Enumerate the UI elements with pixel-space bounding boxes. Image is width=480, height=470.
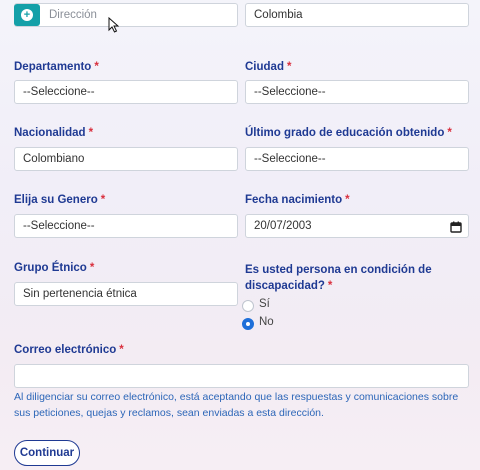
- ciudad-select[interactable]: --Seleccione--: [245, 80, 469, 104]
- required-mark: *: [89, 262, 95, 274]
- calendar-icon[interactable]: [450, 221, 462, 236]
- fecha-nacimiento-value: 20/07/2003: [254, 220, 312, 232]
- continuar-button[interactable]: Continuar: [14, 440, 80, 466]
- fecha-nacimiento-label: Fecha nacimiento *: [245, 194, 350, 206]
- grupo-etnico-label: Grupo Étnico *: [14, 262, 95, 274]
- educacion-select[interactable]: --Seleccione--: [245, 147, 469, 171]
- pais-field[interactable]: Colombia: [245, 3, 469, 27]
- educacion-value: --Seleccione--: [254, 153, 326, 165]
- genero-label: Elija su Genero *: [14, 194, 106, 206]
- required-mark: *: [94, 61, 99, 73]
- discapacidad-label-line2: discapacidad?: [245, 280, 325, 292]
- direccion-placeholder: Dirección: [49, 9, 97, 21]
- discapacidad-label-line1: Es usted persona en condición de: [245, 264, 432, 276]
- required-mark: *: [327, 280, 333, 292]
- discapacidad-si-label: Sí: [259, 298, 270, 310]
- correo-label: Correo electrónico *: [14, 344, 124, 356]
- nacionalidad-select[interactable]: Colombiano: [14, 147, 238, 171]
- departamento-select[interactable]: --Seleccione--: [14, 80, 238, 104]
- discapacidad-si-radio[interactable]: [242, 300, 254, 312]
- discapacidad-no-radio[interactable]: [242, 318, 254, 330]
- ciudad-label: Ciudad *: [245, 61, 292, 73]
- plus-circle-icon: +: [21, 9, 33, 21]
- ciudad-value: --Seleccione--: [254, 86, 326, 98]
- grupo-etnico-select[interactable]: Sin pertenencia étnica: [14, 282, 238, 306]
- departamento-value: --Seleccione--: [23, 86, 95, 98]
- required-mark: *: [88, 127, 94, 139]
- continuar-button-label: Continuar: [19, 447, 75, 459]
- genero-value: --Seleccione--: [23, 220, 95, 232]
- educacion-label: Último grado de educación obtenido *: [245, 127, 452, 139]
- pais-value: Colombia: [254, 9, 303, 21]
- required-mark: *: [345, 194, 350, 206]
- add-address-button[interactable]: +: [14, 4, 40, 26]
- genero-select[interactable]: --Seleccione--: [14, 214, 238, 238]
- required-mark: *: [119, 344, 124, 356]
- correo-input[interactable]: [14, 364, 469, 388]
- nacionalidad-value: Colombiano: [23, 153, 85, 165]
- discapacidad-no-label: No: [259, 316, 274, 328]
- direccion-field[interactable]: Dirección: [14, 3, 238, 27]
- required-mark: *: [447, 127, 452, 139]
- required-mark: *: [100, 194, 106, 206]
- nacionalidad-label: Nacionalidad *: [14, 127, 94, 139]
- fecha-nacimiento-input[interactable]: 20/07/2003: [245, 214, 469, 238]
- departamento-label: Departamento *: [14, 61, 99, 73]
- mouse-cursor-icon: [108, 16, 120, 38]
- grupo-etnico-value: Sin pertenencia étnica: [23, 288, 137, 300]
- correo-helper-text: Al diligenciar su correo electrónico, es…: [14, 391, 459, 419]
- discapacidad-label: Es usted persona en condición de discapa…: [245, 262, 432, 294]
- required-mark: *: [286, 61, 292, 73]
